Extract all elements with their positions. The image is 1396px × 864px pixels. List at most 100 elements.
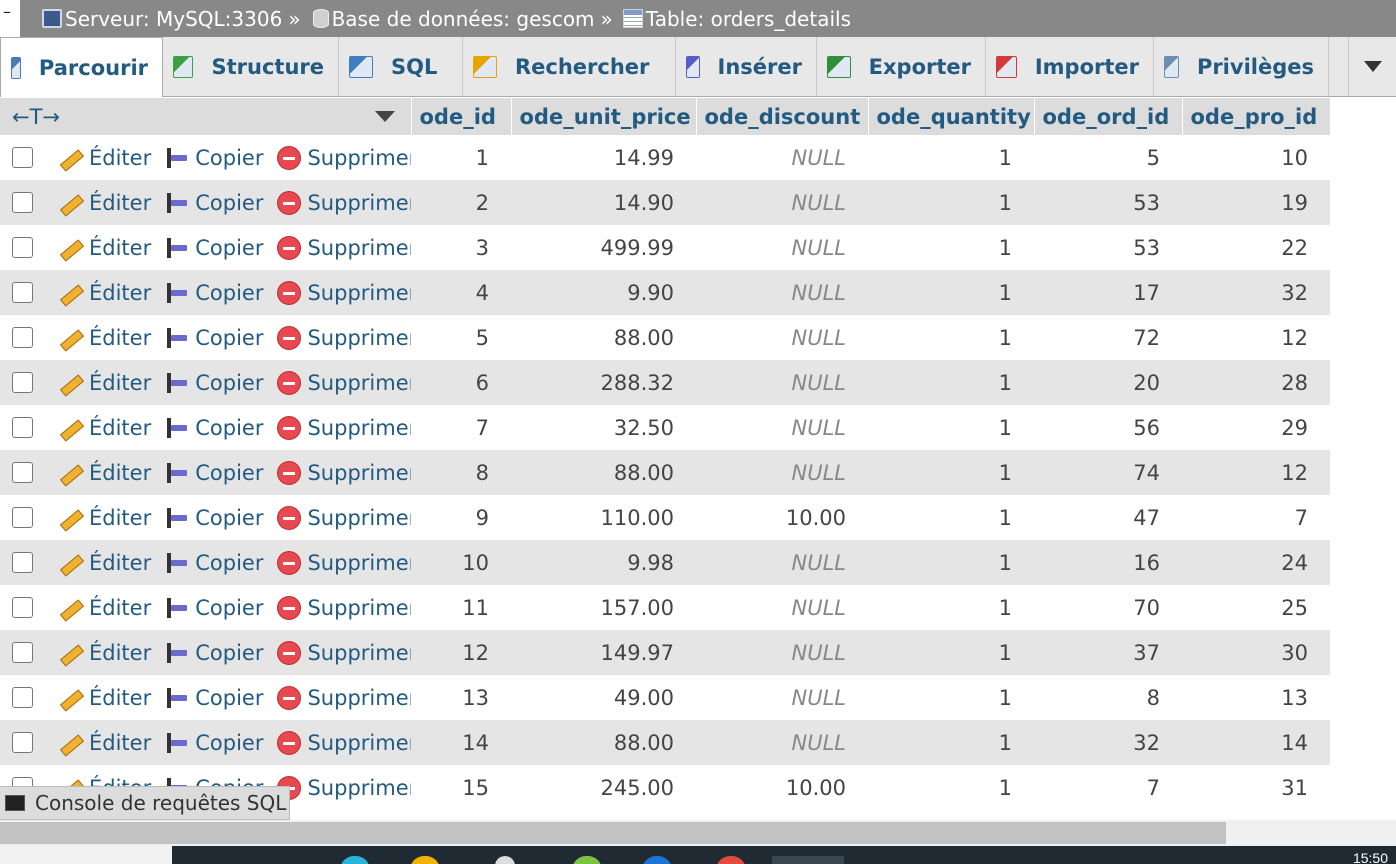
breadcrumb-table[interactable]: Table: orders_details (619, 7, 851, 31)
cell-ode-pro-id[interactable]: 24 (1182, 540, 1330, 585)
cell-ode-ord-id[interactable]: 17 (1034, 270, 1182, 315)
cell-ode-ord-id[interactable]: 53 (1034, 180, 1182, 225)
cell-ode-quantity[interactable]: 1 (868, 540, 1034, 585)
edit-button[interactable]: Éditer (57, 686, 151, 710)
tab-insert[interactable]: Insérer (676, 37, 817, 96)
cell-ode-ord-id[interactable]: 53 (1034, 225, 1182, 270)
sql-console-toggle[interactable]: Console de requêtes SQL (0, 786, 290, 820)
tab-sql[interactable]: SQL (339, 37, 463, 96)
delete-button[interactable]: Supprimer (277, 550, 411, 575)
cell-ode-quantity[interactable]: 1 (868, 585, 1034, 630)
cell-ode-ord-id[interactable]: 8 (1034, 675, 1182, 720)
row-checkbox[interactable] (12, 732, 33, 753)
cell-ode-unit-price[interactable]: 14.99 (511, 135, 696, 180)
cell-ode-discount[interactable]: NULL (696, 450, 868, 495)
row-checkbox[interactable] (12, 462, 33, 483)
taskbar-app-icon[interactable] (410, 856, 440, 864)
cell-ode-id[interactable]: 9 (411, 495, 511, 540)
cell-ode-quantity[interactable]: 1 (868, 450, 1034, 495)
tab-structure[interactable]: Structure (163, 37, 339, 96)
column-header-ode-pro-id[interactable]: ode_pro_id (1182, 98, 1331, 135)
cell-ode-discount[interactable]: NULL (696, 405, 868, 450)
edit-button[interactable]: Éditer (57, 731, 151, 755)
cell-ode-unit-price[interactable]: 499.99 (511, 225, 696, 270)
copy-button[interactable]: Copier (165, 281, 263, 305)
cell-ode-ord-id[interactable]: 56 (1034, 405, 1182, 450)
row-checkbox[interactable] (12, 597, 33, 618)
cell-ode-quantity[interactable]: 1 (868, 720, 1034, 765)
cell-ode-unit-price[interactable]: 110.00 (511, 495, 696, 540)
tab-search[interactable]: Rechercher (463, 37, 676, 96)
copy-button[interactable]: Copier (165, 236, 263, 260)
cell-ode-unit-price[interactable]: 245.00 (511, 765, 696, 810)
cell-ode-quantity[interactable]: 1 (868, 405, 1034, 450)
copy-button[interactable]: Copier (165, 146, 263, 170)
cell-ode-pro-id[interactable]: 31 (1182, 765, 1330, 810)
cell-ode-pro-id[interactable]: 30 (1182, 630, 1330, 675)
edit-button[interactable]: Éditer (57, 416, 151, 440)
cell-ode-unit-price[interactable]: 88.00 (511, 720, 696, 765)
row-checkbox[interactable] (12, 192, 33, 213)
delete-button[interactable]: Supprimer (277, 460, 411, 485)
cell-ode-quantity[interactable]: 1 (868, 135, 1034, 180)
cell-ode-discount[interactable]: NULL (696, 135, 868, 180)
cell-ode-id[interactable]: 13 (411, 675, 511, 720)
delete-button[interactable]: Supprimer (277, 370, 411, 395)
scrollbar-thumb[interactable] (0, 822, 1226, 844)
column-header-ode-unit-price[interactable]: ode_unit_price (511, 98, 697, 135)
edit-button[interactable]: Éditer (57, 146, 151, 170)
more-tabs-button[interactable] (1348, 37, 1396, 96)
row-checkbox[interactable] (12, 282, 33, 303)
column-header-ode-quantity[interactable]: ode_quantity (868, 98, 1035, 135)
column-visibility-control[interactable]: ←T→ (12, 105, 60, 129)
cell-ode-ord-id[interactable]: 7 (1034, 765, 1182, 810)
cell-ode-id[interactable]: 5 (411, 315, 511, 360)
cell-ode-id[interactable]: 3 (411, 225, 511, 270)
row-checkbox[interactable] (12, 552, 33, 573)
cell-ode-ord-id[interactable]: 47 (1034, 495, 1182, 540)
delete-button[interactable]: Supprimer (277, 775, 411, 800)
cell-ode-quantity[interactable]: 1 (868, 495, 1034, 540)
cell-ode-unit-price[interactable]: 88.00 (511, 450, 696, 495)
cell-ode-ord-id[interactable]: 32 (1034, 720, 1182, 765)
cell-ode-pro-id[interactable]: 22 (1182, 225, 1330, 270)
cell-ode-id[interactable]: 6 (411, 360, 511, 405)
edit-button[interactable]: Éditer (57, 641, 151, 665)
cell-ode-discount[interactable]: NULL (696, 270, 868, 315)
edit-button[interactable]: Éditer (57, 326, 151, 350)
cell-ode-unit-price[interactable]: 157.00 (511, 585, 696, 630)
edit-button[interactable]: Éditer (57, 461, 151, 485)
cell-ode-discount[interactable]: 10.00 (696, 495, 868, 540)
cell-ode-pro-id[interactable]: 32 (1182, 270, 1330, 315)
cell-ode-ord-id[interactable]: 37 (1034, 630, 1182, 675)
column-header-ode-discount[interactable]: ode_discount (696, 98, 869, 135)
tab-import[interactable]: Importer (986, 37, 1154, 96)
taskbar-search-box[interactable] (0, 846, 172, 864)
cell-ode-quantity[interactable]: 1 (868, 270, 1034, 315)
cell-ode-discount[interactable]: NULL (696, 540, 868, 585)
taskbar-app-icon[interactable] (340, 856, 370, 864)
edit-button[interactable]: Éditer (57, 371, 151, 395)
edit-button[interactable]: Éditer (57, 506, 151, 530)
taskbar-app-icon[interactable] (642, 856, 672, 864)
delete-button[interactable]: Supprimer (277, 505, 411, 530)
row-checkbox[interactable] (12, 237, 33, 258)
delete-button[interactable]: Supprimer (277, 280, 411, 305)
delete-button[interactable]: Supprimer (277, 730, 411, 755)
cell-ode-ord-id[interactable]: 16 (1034, 540, 1182, 585)
taskbar-active-app[interactable] (772, 856, 844, 864)
cell-ode-id[interactable]: 1 (411, 135, 511, 180)
row-checkbox[interactable] (12, 687, 33, 708)
cell-ode-pro-id[interactable]: 7 (1182, 495, 1330, 540)
cell-ode-discount[interactable]: NULL (696, 315, 868, 360)
copy-button[interactable]: Copier (165, 596, 263, 620)
row-checkbox[interactable] (12, 417, 33, 438)
cell-ode-unit-price[interactable]: 32.50 (511, 405, 696, 450)
copy-button[interactable]: Copier (165, 506, 263, 530)
copy-button[interactable]: Copier (165, 461, 263, 485)
delete-button[interactable]: Supprimer (277, 685, 411, 710)
cell-ode-id[interactable]: 10 (411, 540, 511, 585)
cell-ode-discount[interactable]: NULL (696, 225, 868, 270)
cell-ode-quantity[interactable]: 1 (868, 180, 1034, 225)
cell-ode-pro-id[interactable]: 12 (1182, 450, 1330, 495)
